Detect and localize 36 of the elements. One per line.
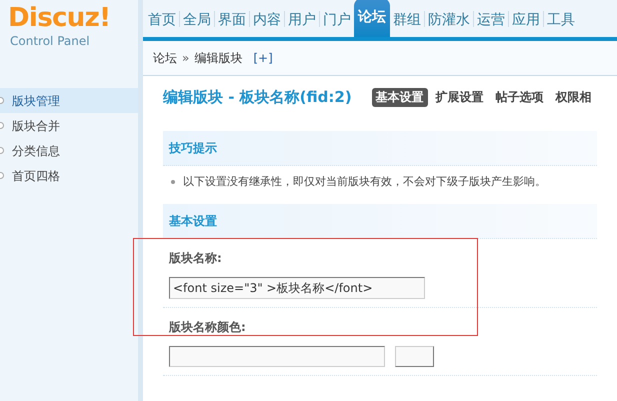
color-picker-button[interactable] xyxy=(395,346,434,367)
sidebar-item[interactable]: 版块合并 xyxy=(0,113,138,138)
nav-tab[interactable]: 门户 xyxy=(320,3,354,37)
nav-tab[interactable]: 群组 xyxy=(390,3,424,37)
field-label: 版块名称颜色: xyxy=(169,319,247,336)
breadcrumb-item[interactable]: 论坛 xyxy=(153,49,177,67)
nav-tab[interactable]: 防灌水 xyxy=(425,3,473,37)
nav-tab[interactable]: 工具 xyxy=(544,3,578,37)
tab[interactable]: 权限相 xyxy=(552,88,596,107)
field-label: 版块名称: xyxy=(169,250,223,267)
text-field[interactable] xyxy=(169,346,385,367)
section-header: 技巧提示 xyxy=(163,130,597,166)
sidebar-item[interactable]: 分类信息 xyxy=(0,138,138,163)
tab[interactable]: 扩展设置 xyxy=(432,88,488,107)
nav-tab[interactable]: 论坛 xyxy=(354,0,390,37)
logo-text: Discuz! xyxy=(8,4,110,32)
nav-tab[interactable]: 用户 xyxy=(285,3,319,37)
nav-tab[interactable]: 运营 xyxy=(474,3,508,37)
breadcrumb-item: 编辑版块 xyxy=(194,50,242,67)
sidebar-item[interactable]: 首页四格 xyxy=(0,163,138,188)
page-title: 编辑版块 - 板块名称(fid:2) xyxy=(163,87,352,108)
breadcrumb-separator: » xyxy=(182,50,190,67)
section-header: 基本设置 xyxy=(163,204,597,239)
nav-tab[interactable]: 应用 xyxy=(509,3,543,37)
tip-text: 以下设置没有继承性，即仅对当前版块有效，不会对下级子版块产生影响。 xyxy=(183,174,546,190)
tab[interactable]: 帖子选项 xyxy=(492,88,548,107)
sidebar-item[interactable]: 版块管理 xyxy=(0,88,138,113)
tab[interactable]: 基本设置 xyxy=(372,88,428,107)
add-link[interactable]: [+] xyxy=(253,49,273,67)
logo-subtitle: Control Panel xyxy=(9,34,90,48)
text-field[interactable]: <font size="3" >板块名称</font> xyxy=(169,277,425,299)
nav-tab[interactable]: 界面 xyxy=(215,3,249,37)
nav-tab[interactable]: 内容 xyxy=(250,3,284,37)
nav-tab[interactable]: 全局 xyxy=(180,3,214,37)
bullet-icon xyxy=(171,180,175,184)
nav-tab[interactable]: 首页 xyxy=(145,3,179,37)
